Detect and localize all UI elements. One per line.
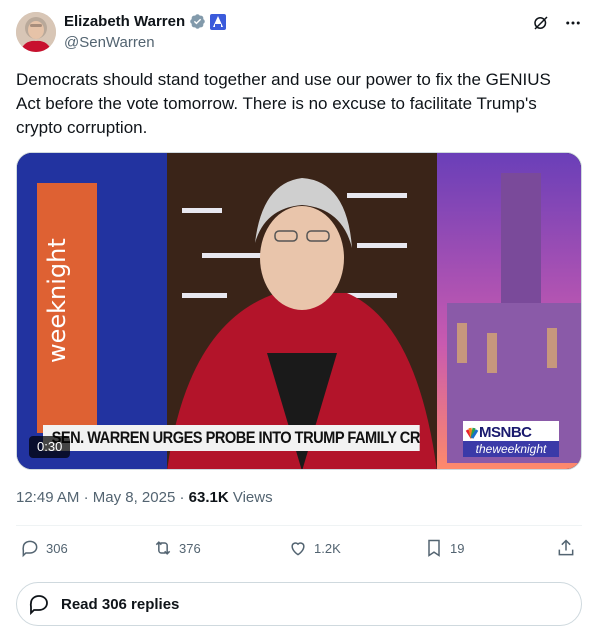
- tweet-meta: 12:49 AM · May 8, 2025 · 63.1K Views: [16, 489, 273, 506]
- reply-icon: [27, 592, 51, 616]
- divider: [16, 525, 582, 526]
- like-button[interactable]: 1.2K: [288, 538, 341, 558]
- weeknight-wall-logo: weeknight: [43, 238, 71, 363]
- repost-button[interactable]: 376: [153, 538, 201, 558]
- avatar[interactable]: [16, 12, 56, 52]
- author-name[interactable]: Elizabeth Warren: [64, 13, 185, 30]
- weeknight-label: theweeknight: [463, 441, 559, 457]
- show-name: weeknight: [492, 442, 547, 456]
- tweet-time[interactable]: 12:49 AM: [16, 489, 79, 506]
- heart-icon: [288, 538, 308, 558]
- share-icon: [556, 538, 576, 558]
- read-replies-label: Read 306 replies: [61, 595, 180, 613]
- bookmark-button[interactable]: 19: [424, 538, 464, 558]
- reply-count: 306: [46, 540, 68, 556]
- tweet-header: Elizabeth Warren @SenWarren: [16, 12, 582, 56]
- bookmark-icon: [424, 538, 444, 558]
- read-replies-button[interactable]: Read 306 replies: [16, 582, 582, 626]
- chyron-text: SEN. WARREN URGES PROBE INTO TRUMP FAMIL…: [43, 425, 420, 451]
- video-duration: 0:30: [29, 436, 71, 458]
- repost-icon: [153, 538, 173, 558]
- tweet-text: Democrats should stand together and use …: [16, 70, 551, 137]
- meta-separator: ·: [83, 489, 89, 506]
- government-affiliation-icon: [210, 13, 227, 30]
- reply-icon: [20, 538, 40, 558]
- author-handle[interactable]: @SenWarren: [64, 34, 155, 51]
- share-button[interactable]: [556, 538, 576, 558]
- repost-count: 376: [179, 540, 201, 556]
- action-bar: 306 376 1.2K 19: [20, 538, 582, 564]
- like-count: 1.2K: [314, 540, 341, 556]
- grok-icon[interactable]: [532, 14, 550, 32]
- network-logo: MSNBC theweeknight: [463, 421, 559, 457]
- video-player[interactable]: weeknight SEN. WARREN URGES PROBE INTO T…: [16, 152, 582, 470]
- views-label: Views: [232, 489, 273, 506]
- meta-separator: ·: [179, 489, 185, 506]
- reply-button[interactable]: 306: [20, 538, 68, 558]
- views-count: 63.1K: [188, 489, 229, 506]
- peacock-icon: [465, 427, 479, 439]
- more-options-icon[interactable]: [564, 14, 582, 32]
- bookmark-count: 19: [450, 540, 465, 556]
- verified-badge-icon: [189, 13, 206, 30]
- show-prefix: the: [475, 442, 493, 456]
- tweet-date[interactable]: May 8, 2025: [93, 489, 176, 506]
- msnbc-label: MSNBC: [479, 424, 532, 441]
